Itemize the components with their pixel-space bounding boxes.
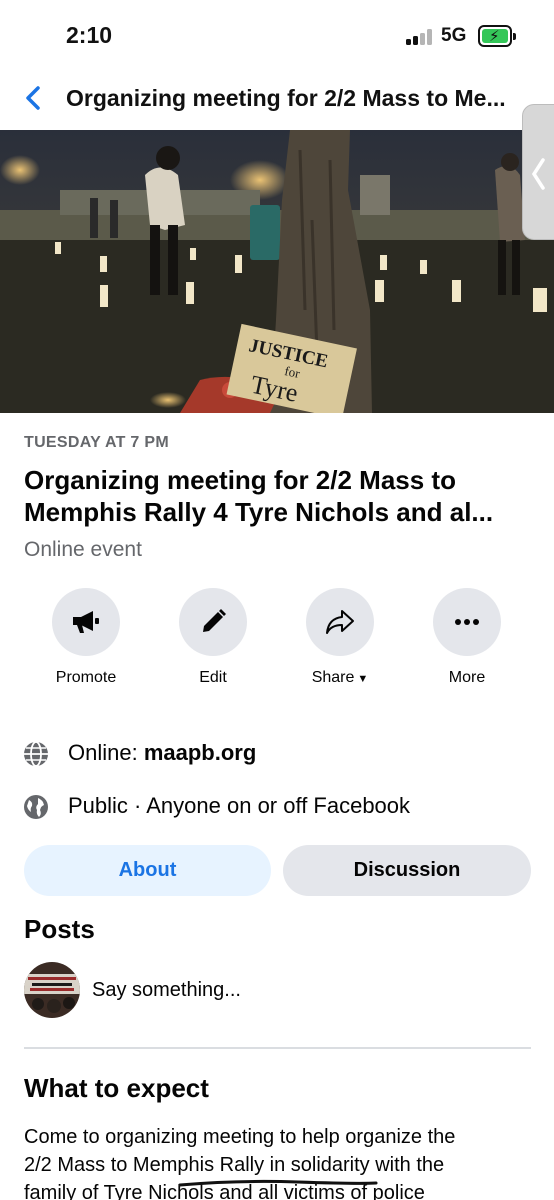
divider <box>24 1047 531 1049</box>
globe-icon <box>24 741 48 767</box>
event-cover-photo[interactable]: JUSTICE for Tyre <box>0 130 554 413</box>
event-actions: Promote Edit Share ▼ More <box>0 588 554 698</box>
share-arrow-icon <box>326 610 354 634</box>
chevron-left-icon <box>26 86 40 110</box>
handwritten-underline-mark <box>178 1179 378 1187</box>
privacy-row: Public · Anyone on or off Facebook <box>22 792 532 822</box>
online-location-row[interactable]: Online: maapb.org <box>22 739 532 769</box>
what-to-expect-heading: What to expect <box>24 1073 209 1103</box>
composer-placeholder: Say something... <box>92 979 241 1001</box>
edit-button[interactable]: Edit <box>158 588 268 687</box>
status-time: 2:10 <box>66 22 113 48</box>
promote-label: Promote <box>55 669 117 686</box>
event-location: Online event <box>24 538 142 561</box>
status-bar: 2:10 5G ⚡ <box>0 0 554 72</box>
tab-about[interactable]: About <box>24 845 271 896</box>
event-date: TUESDAY AT 7 PM <box>24 434 169 451</box>
megaphone-icon <box>73 611 99 633</box>
avatar-image <box>24 962 80 1018</box>
more-circle[interactable] <box>433 588 501 656</box>
more-dots-icon <box>455 619 479 625</box>
back-button[interactable] <box>22 84 46 112</box>
expect-line: Come to organizing meeting to help organ… <box>24 1126 456 1148</box>
share-label: Share ▼ <box>285 669 395 687</box>
public-globe-icon <box>24 795 48 819</box>
promote-button[interactable]: Promote <box>31 588 141 687</box>
online-link[interactable]: maapb.org <box>144 740 256 765</box>
online-location-text: Online: maapb.org <box>68 740 256 766</box>
edit-circle[interactable] <box>179 588 247 656</box>
chevron-left-icon <box>531 158 545 190</box>
side-panel-handle[interactable] <box>522 104 554 240</box>
battery-charging-icon: ⚡ <box>478 25 516 47</box>
share-circle[interactable] <box>306 588 374 656</box>
caret-down-icon: ▼ <box>357 673 369 685</box>
cellular-signal-icon <box>406 29 436 45</box>
more-button[interactable]: More <box>412 588 522 687</box>
nav-title: Organizing meeting for 2/2 Mass to Me... <box>66 85 506 111</box>
posts-heading: Posts <box>24 914 95 944</box>
privacy-text: Public · Anyone on or off Facebook <box>68 793 411 818</box>
online-prefix: Online: <box>68 740 144 765</box>
event-title: Organizing meeting for 2/2 Mass to Memph… <box>24 464 534 528</box>
tab-discussion[interactable]: Discussion <box>283 845 531 896</box>
share-label-text: Share <box>311 669 355 686</box>
pencil-icon <box>203 609 226 632</box>
expect-line: 2/2 Mass to Memphis Rally in solidarity … <box>24 1154 445 1176</box>
avatar[interactable] <box>24 962 80 1018</box>
post-composer[interactable]: Say something... <box>24 962 532 1020</box>
share-button[interactable]: Share ▼ <box>285 588 395 687</box>
event-title-line: Memphis Rally 4 Tyre Nichols and al... <box>24 497 494 527</box>
nav-bar: Organizing meeting for 2/2 Mass to Me... <box>0 72 554 128</box>
edit-label: Edit <box>199 669 227 686</box>
cover-photo-illustration: JUSTICE for Tyre <box>0 130 554 413</box>
event-title-line: Organizing meeting for 2/2 Mass to <box>24 465 456 495</box>
promote-circle[interactable] <box>52 588 120 656</box>
more-label: More <box>448 669 486 686</box>
network-type: 5G <box>441 25 467 46</box>
